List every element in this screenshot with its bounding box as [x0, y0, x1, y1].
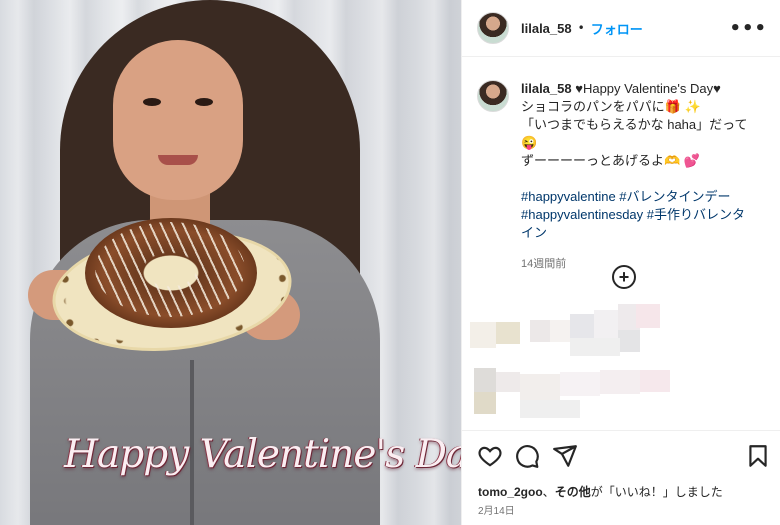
valentine-overlay-text: Happy Valentine's Day: [64, 432, 461, 477]
right-eye: [195, 98, 213, 106]
caption-line-2: ショコラのパンをパパに🎁 ✨: [521, 99, 701, 114]
left-eye: [143, 98, 161, 106]
more-options-icon[interactable]: •••: [729, 18, 767, 39]
likes-others-link[interactable]: その他: [555, 485, 591, 499]
caption-line-1: lilala_58 ♥Happy Valentine's Day♥: [521, 80, 767, 98]
heart-icon[interactable]: [477, 443, 503, 469]
send-icon[interactable]: [552, 443, 578, 469]
header-username[interactable]: lilala_58: [521, 21, 572, 36]
caption-line-4: ずーーーーっとあげるよ🫶 💕: [521, 153, 700, 168]
mouth: [158, 155, 198, 165]
caption-avatar[interactable]: [477, 80, 509, 112]
blurred-comment-1: [470, 300, 770, 358]
hashtag-line-3[interactable]: イン: [521, 224, 767, 242]
instagram-post-view: Happy Valentine's Day lilala_58 • フォロー •…: [0, 0, 780, 525]
blurred-comment-2: [470, 368, 770, 428]
caption-username[interactable]: lilala_58: [521, 81, 572, 96]
post-photo[interactable]: Happy Valentine's Day: [0, 0, 461, 525]
separator-dot: •: [577, 21, 585, 35]
post-date[interactable]: 2月14日: [478, 502, 515, 517]
likes-suffix: が「いいね！」しました: [590, 485, 723, 499]
hashtag-line-2[interactable]: #happyvalentinesday #手作りバレンタ: [521, 206, 767, 224]
comment-icon[interactable]: [514, 443, 540, 469]
icing-drizzle: [95, 222, 245, 317]
profile-avatar[interactable]: [477, 12, 509, 44]
hashtags: #happyvalentine #バレンタインデー #happyvalentin…: [521, 188, 767, 242]
likes-summary: tomo_2goo、その他が「いいね！」しました: [478, 483, 723, 500]
face: [113, 40, 243, 200]
caption-block: lilala_58 ♥Happy Valentine's Day♥ ショコラのパ…: [477, 80, 767, 273]
caption-line-3: 「いつまでもらえるかな haha」だって 😜: [521, 117, 748, 150]
caption-timestamp: 14週間前: [521, 258, 567, 270]
liker-username[interactable]: tomo_2goo: [478, 485, 543, 499]
likes-sep: 、: [542, 485, 555, 499]
follow-button[interactable]: フォロー: [591, 19, 643, 38]
post-side-panel: lilala_58 • フォロー ••• lilala_58 ♥Happy Va…: [461, 0, 780, 525]
caption-title: ♥Happy Valentine's Day♥: [575, 81, 721, 96]
bookmark-icon[interactable]: [745, 443, 771, 469]
post-header: lilala_58 • フォロー •••: [462, 0, 780, 57]
action-bar: [462, 430, 780, 478]
hashtag-line-1[interactable]: #happyvalentine #バレンタインデー: [521, 188, 767, 206]
add-comment-icon[interactable]: +: [612, 265, 636, 289]
caption-text: lilala_58 ♥Happy Valentine's Day♥ ショコラのパ…: [521, 80, 767, 273]
